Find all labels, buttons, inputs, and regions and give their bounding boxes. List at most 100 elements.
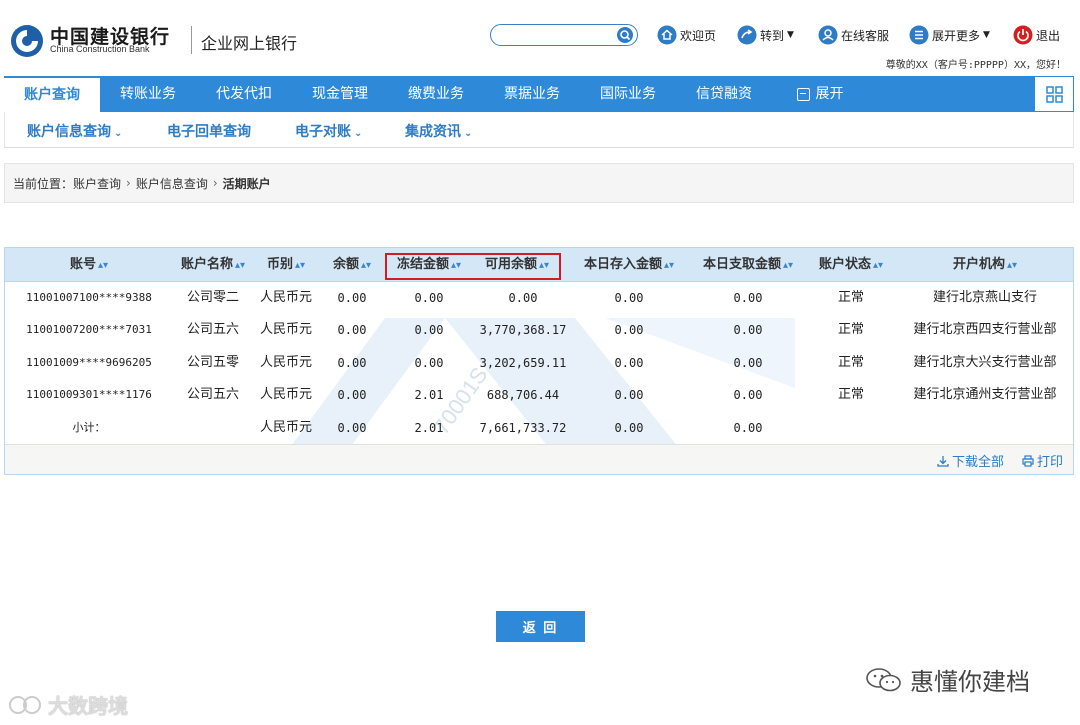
search-box[interactable] (490, 24, 638, 46)
cell-opening-branch (897, 412, 1073, 444)
cell-available-balance: 3,770,368.17 (479, 323, 567, 338)
sort-icon[interactable]: ▴▾ (873, 260, 883, 271)
cell-available-balance: 688,706.44 (486, 388, 560, 403)
nav-tab-account-query[interactable]: 账户查询 (4, 76, 100, 112)
goto-link[interactable]: 转到 ▼ (737, 24, 794, 46)
table-header: 账号 ▴▾ 账户名称 ▴▾ 币别 ▴▾ 余额 ▴▾ 冻结金额 ▴▾ 可用余额 ▴▾ 本日存入… (5, 248, 1073, 282)
sort-icon[interactable]: ▴▾ (1007, 260, 1017, 271)
cell-available-balance: 7,661,733.72 (479, 420, 567, 435)
col-today-withdrawal[interactable]: 本日支取金额 ▴▾ (691, 248, 805, 282)
sort-icon[interactable]: ▴▾ (361, 260, 371, 271)
col-label: 本日存入金额 (583, 257, 662, 272)
cell-account-number: 11001009****9696205 (26, 355, 152, 369)
col-account-status[interactable]: 账户状态 ▴▾ (805, 248, 897, 282)
goto-link-label: 转到 (760, 28, 785, 43)
cell-today-withdrawal: 0.00 (733, 323, 763, 338)
cell-frozen-amount: 0.00 (414, 291, 444, 305)
col-label: 币别 (266, 257, 293, 272)
subnav-integrated-info[interactable]: 集成资讯 ⌄ (405, 121, 472, 141)
sort-icon[interactable]: ▴▾ (783, 260, 793, 271)
cell-frozen-amount: 0.00 (414, 355, 444, 370)
table-row: 11001007200****7031 公司五六 人民币元 0.00 0.00 3,770… (5, 314, 1073, 346)
nav-tab-credit[interactable]: 信贷融资 (676, 76, 772, 112)
grid-icon (1046, 86, 1063, 103)
caret-down-icon: ▼ (787, 30, 794, 40)
nav-tab-transfer[interactable]: 转账业务 (100, 76, 196, 112)
cell-frozen-amount: 0.00 (414, 323, 444, 338)
cell-today-deposit: 0.00 (614, 420, 644, 435)
search-icon[interactable] (615, 26, 635, 44)
sort-icon[interactable]: ▴▾ (235, 260, 245, 271)
subnav-account-info[interactable]: 账户信息查询 ⌄ (27, 121, 122, 141)
customer-service-link[interactable]: 在线客服 (818, 24, 889, 46)
grid-menu-button[interactable] (1034, 76, 1074, 112)
col-balance[interactable]: 余额 ▴▾ (319, 248, 385, 282)
cell-today-withdrawal: 0.00 (733, 355, 763, 370)
logout-link[interactable]: 退出 (1013, 24, 1060, 46)
col-account-number[interactable]: 账号 ▴▾ (5, 248, 173, 282)
nav-tab-notes[interactable]: 票据业务 (484, 76, 580, 112)
cell-today-deposit: 0.00 (614, 291, 644, 305)
cell-balance: 0.00 (337, 388, 367, 403)
chevron-down-icon: ⌄ (464, 128, 473, 139)
subnav-e-reconciliation[interactable]: 电子对账 ⌄ (295, 121, 362, 141)
cell-opening-branch: 建行北京大兴支行营业部 (913, 354, 1057, 370)
home-link-label: 欢迎页 (680, 28, 717, 43)
breadcrumb-separator-icon: › (126, 176, 131, 190)
print-link[interactable]: 打印 (1022, 451, 1063, 470)
cell-available-balance: 0.00 (508, 291, 538, 305)
cell-account-number: 11001007100****9388 (26, 291, 152, 304)
download-icon (937, 455, 949, 467)
expand-square-icon (796, 87, 810, 101)
col-label: 账户状态 (818, 257, 871, 272)
back-button[interactable]: 返 回 (496, 611, 585, 642)
cell-account-status (805, 412, 897, 444)
cell-account-number: 小计： (72, 420, 106, 434)
home-link[interactable]: 欢迎页 (657, 24, 716, 46)
cell-currency: 人民币元 (259, 290, 312, 305)
chevron-down-icon: ⌄ (354, 128, 363, 139)
col-today-deposit[interactable]: 本日存入金额 ▴▾ (567, 248, 691, 282)
breadcrumb: 当前位置： 账户查询 › 账户信息查询 › 活期账户 (4, 163, 1074, 203)
caret-down-icon: ▼ (983, 30, 990, 40)
nav-tab-bill-payment[interactable]: 缴费业务 (388, 76, 484, 112)
col-account-name[interactable]: 账户名称 ▴▾ (173, 248, 253, 282)
cell-today-deposit: 0.00 (614, 388, 644, 403)
breadcrumb-current: 活期账户 (222, 176, 271, 191)
download-all-link[interactable]: 下载全部 (937, 451, 1004, 470)
subnav-e-receipt[interactable]: 电子回单查询 (167, 121, 251, 141)
wechat-watermark: 惠懂你建档 (864, 662, 1030, 697)
cell-balance: 0.00 (337, 291, 367, 305)
cell-balance: 0.00 (337, 323, 367, 338)
breadcrumb-item[interactable]: 账户信息查询 (136, 175, 208, 192)
table-row: 11001009301****1176 公司五六 人民币元 0.00 2.01 688,7… (5, 379, 1073, 411)
sort-icon[interactable]: ▴▾ (664, 260, 674, 271)
sort-icon[interactable]: ▴▾ (98, 260, 108, 271)
bank-name-en: China Construction Bank (50, 44, 150, 54)
highlight-box (385, 253, 561, 280)
nav-tab-international[interactable]: 国际业务 (580, 76, 676, 112)
cell-account-number: 11001009301****1176 (26, 388, 152, 402)
cell-account-name: 公司五六 (186, 322, 239, 338)
cell-today-deposit: 0.00 (614, 323, 644, 338)
more-link[interactable]: 展开更多 ▼ (909, 24, 990, 46)
nav-tab-expand-label: 展开 (815, 86, 844, 102)
breadcrumb-item[interactable]: 账户查询 (73, 175, 121, 192)
col-currency[interactable]: 币别 ▴▾ (253, 248, 319, 282)
nav-tab-expand[interactable]: 展开 (772, 76, 868, 112)
wechat-icon (866, 667, 901, 691)
cell-balance: 0.00 (337, 355, 367, 370)
nav-tab-cash-management[interactable]: 现金管理 (292, 76, 388, 112)
cell-account-name: 公司五六 (186, 387, 239, 403)
print-label: 打印 (1037, 455, 1064, 470)
customer-service-icon (818, 25, 838, 45)
cell-balance: 0.00 (337, 420, 367, 435)
table-row: 11001007100****9388 公司零二 人民币元 0.00 0.00 0.00 0… (5, 282, 1073, 314)
nav-tab-payroll[interactable]: 代发代扣 (196, 76, 292, 112)
subnav-account-info-label: 账户信息查询 (27, 124, 111, 140)
corner-watermark-text: 大数跨境 (48, 694, 128, 718)
cell-account-status: 正常 (837, 290, 864, 305)
sort-icon[interactable]: ▴▾ (295, 260, 305, 271)
cell-opening-branch: 建行北京西四支行营业部 (913, 322, 1057, 338)
col-opening-branch[interactable]: 开户机构 ▴▾ (897, 248, 1073, 282)
